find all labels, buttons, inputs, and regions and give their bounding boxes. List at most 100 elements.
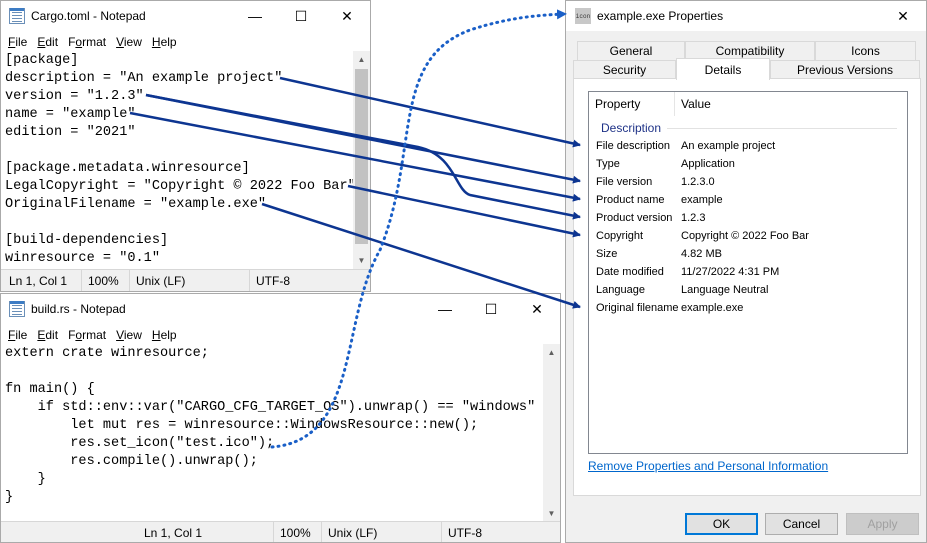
group-label: Description [601,121,662,135]
code-line: } [5,472,46,487]
code-line: [package.metadata.winresource] [5,161,250,176]
property-value: example [681,194,723,206]
menu-file[interactable]: File [3,328,32,342]
close-button[interactable]: ✕ [880,1,926,31]
listview-header: Property Value [589,92,907,116]
notepad-icon [9,301,25,317]
property-value: 11/27/2022 4:31 PM [681,266,780,278]
details-listview[interactable]: Property Value Description File descript… [588,91,908,454]
code-line: res.compile().unwrap(); [5,454,258,469]
property-row[interactable]: Size 4.82 MB [589,245,907,263]
scroll-thumb[interactable] [355,69,368,244]
tab-details[interactable]: Details [676,58,770,80]
close-button[interactable]: ✕ [514,294,560,324]
menu-file[interactable]: File [3,35,32,49]
property-name: Original filename [596,302,679,314]
code-line: fn main() { [5,382,95,397]
scroll-down-icon[interactable]: ▼ [353,252,370,269]
property-name: File version [596,176,653,188]
apply-button: Apply [846,513,919,535]
notepad-icon [9,8,25,24]
tab-icons[interactable]: Icons [815,41,916,60]
remove-properties-link[interactable]: Remove Properties and Personal Informati… [588,459,828,473]
property-row[interactable]: Product name example [589,191,907,209]
scroll-down-icon[interactable]: ▼ [543,505,560,522]
cargo-text-editor[interactable]: [package] description = "An example proje… [1,51,356,268]
code-line: OriginalFilename = "example.exe" [5,197,267,212]
cargo-window-title: Cargo.toml - Notepad [31,9,146,23]
status-zoom: 100% [81,270,119,291]
property-value: Language Neutral [681,284,769,296]
menu-help[interactable]: Help [147,35,182,49]
tab-general[interactable]: General [577,41,685,60]
code-line: [build-dependencies] [5,233,169,248]
property-row[interactable]: Language Language Neutral [589,281,907,299]
status-line-ending: Unix (LF) [321,522,377,542]
menu-edit[interactable]: Edit [32,35,63,49]
menu-view[interactable]: View [111,35,147,49]
status-line-ending: Unix (LF) [129,270,185,291]
property-row[interactable]: Date modified 11/27/2022 4:31 PM [589,263,907,281]
property-row[interactable]: Product version 1.2.3 [589,209,907,227]
status-encoding: UTF-8 [441,522,482,542]
property-row[interactable]: Type Application [589,155,907,173]
property-row[interactable]: File description An example project [589,137,907,155]
menu-help[interactable]: Help [147,328,182,342]
scroll-up-icon[interactable]: ▲ [543,344,560,361]
code-line: winresource = "0.1" [5,251,160,266]
scroll-up-icon[interactable]: ▲ [353,51,370,68]
property-value: Copyright © 2022 Foo Bar [681,230,809,242]
column-header-value[interactable]: Value [675,92,907,116]
code-line: res.set_icon("test.ico"); [5,436,275,451]
build-text-editor[interactable]: extern crate winresource; fn main() { if … [1,344,552,507]
properties-titlebar[interactable]: icon example.exe Properties ✕ [566,1,926,31]
build-vertical-scrollbar[interactable]: ▲ ▼ [543,344,560,522]
property-name: Product name [596,194,665,206]
cargo-vertical-scrollbar[interactable]: ▲ ▼ [353,51,370,269]
group-description: Description [601,120,897,136]
status-encoding: UTF-8 [249,270,290,291]
minimize-button[interactable]: — [422,294,468,324]
code-line: let mut res = winresource::WindowsResour… [5,418,479,433]
cancel-button[interactable]: Cancel [765,513,838,535]
minimize-button[interactable]: — [232,1,278,31]
build-notepad-window: build.rs - Notepad — ☐ ✕ File Edit Forma… [0,293,561,543]
property-name: File description [596,140,670,152]
property-name: Type [596,158,620,170]
close-button[interactable]: ✕ [324,1,370,31]
status-position: Ln 1, Col 1 [9,274,68,288]
arrow-copyright-to-copyright [347,184,581,238]
property-value: Application [681,158,735,170]
code-line: LegalCopyright = "Copyright © 2022 Foo B… [5,179,356,194]
status-position: Ln 1, Col 1 [144,526,203,540]
tab-security[interactable]: Security [573,60,676,79]
maximize-button[interactable]: ☐ [278,1,324,31]
menu-format[interactable]: Format [63,35,111,49]
property-row[interactable]: File version 1.2.3.0 [589,173,907,191]
property-name: Copyright [596,230,644,242]
cargo-statusbar: Ln 1, Col 1 100% Unix (LF) UTF-8 [1,269,370,291]
ok-button[interactable]: OK [685,513,758,535]
cargo-menubar: File Edit Format View Help [1,32,370,51]
property-name: Size [596,248,618,260]
status-zoom: 100% [273,522,311,542]
menu-format[interactable]: Format [63,328,111,342]
column-header-property[interactable]: Property [589,92,675,116]
code-line: description = "An example project" [5,71,283,86]
build-titlebar[interactable]: build.rs - Notepad — ☐ ✕ [1,294,560,324]
property-value: An example project [681,140,776,152]
property-row[interactable]: Copyright Copyright © 2022 Foo Bar [589,227,907,245]
maximize-button[interactable]: ☐ [468,294,514,324]
code-line: edition = "2021" [5,125,136,140]
property-row[interactable]: Original filename example.exe [589,299,907,317]
tab-previous-versions[interactable]: Previous Versions [770,60,920,79]
cargo-titlebar[interactable]: Cargo.toml - Notepad — ☐ ✕ [1,1,370,31]
property-value: example.exe [681,302,744,314]
build-window-title: build.rs - Notepad [31,302,126,316]
properties-dialog: icon example.exe Properties ✕ General Co… [565,0,927,543]
menu-view[interactable]: View [111,328,147,342]
build-statusbar: Ln 1, Col 1 100% Unix (LF) UTF-8 [1,521,560,542]
menu-edit[interactable]: Edit [32,328,63,342]
